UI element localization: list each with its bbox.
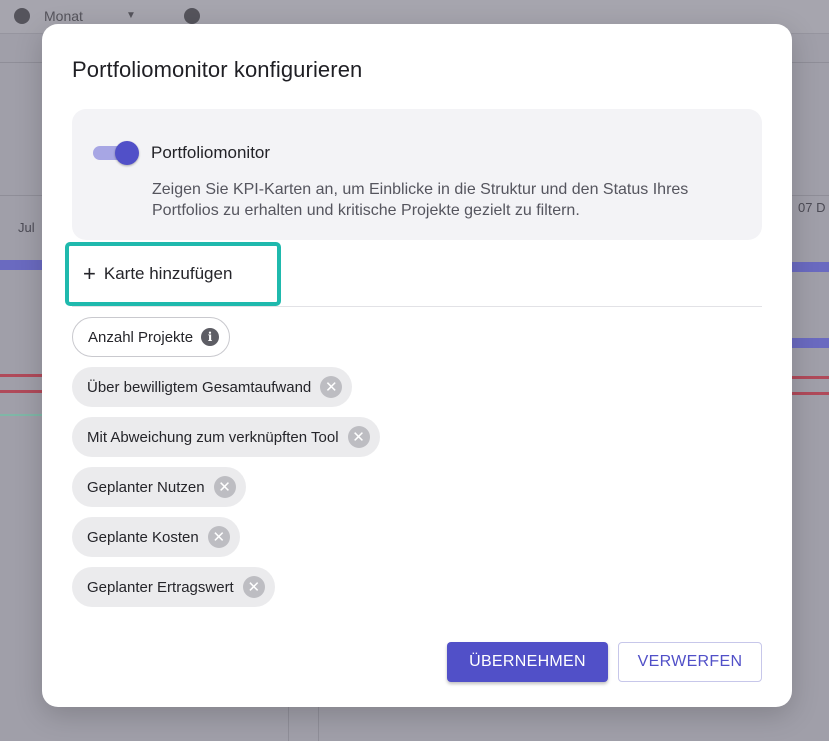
close-icon[interactable]: ✕ xyxy=(320,376,343,398)
kpi-chip[interactable]: Mit Abweichung zum verknüpften Tool ✕ xyxy=(72,417,380,457)
chip-label: Geplanter Ertragswert xyxy=(87,578,234,596)
add-card-button[interactable]: + Karte hinzufügen xyxy=(83,259,232,289)
portfolio-monitor-toggle[interactable] xyxy=(93,141,139,165)
kpi-chip[interactable]: Geplanter Nutzen ✕ xyxy=(72,467,246,507)
close-icon[interactable]: ✕ xyxy=(347,426,370,448)
settings-icon xyxy=(184,8,200,24)
close-icon[interactable]: ✕ xyxy=(213,476,236,498)
plus-icon: + xyxy=(83,261,96,286)
toggle-label: Portfoliomonitor xyxy=(151,143,271,162)
background-gantt-bar xyxy=(792,392,829,395)
close-icon[interactable]: ✕ xyxy=(207,526,230,548)
dialog-title: Portfoliomonitor konfigurieren xyxy=(72,57,363,82)
background-gantt-bar xyxy=(0,414,42,416)
background-column-label: Jul xyxy=(18,220,35,235)
configure-dialog: Portfoliomonitor konfigurieren Portfolio… xyxy=(42,24,792,707)
kpi-chip[interactable]: Anzahl Projekte i xyxy=(72,317,231,357)
chip-label: Über bewilligtem Gesamtaufwand xyxy=(87,378,312,396)
chip-label: Anzahl Projekte xyxy=(88,328,194,346)
add-card-label: Karte hinzufügen xyxy=(103,264,233,283)
apply-button[interactable]: ÜBERNEHMEN xyxy=(447,642,608,682)
background-column-label: 07 D xyxy=(798,200,826,215)
portfolio-monitor-panel: Portfoliomonitor Zeigen Sie KPI-Karten a… xyxy=(72,109,762,240)
kpi-chip[interactable]: Geplanter Ertragswert ✕ xyxy=(72,567,275,607)
background-gantt-bar xyxy=(0,260,42,270)
chip-label: Geplanter Nutzen xyxy=(87,478,205,496)
chip-label: Geplante Kosten xyxy=(87,528,199,546)
chip-label: Mit Abweichung zum verknüpften Tool xyxy=(87,428,339,446)
close-icon[interactable]: ✕ xyxy=(242,576,265,598)
background-period-select: Monat xyxy=(44,8,83,24)
background-gantt-bar xyxy=(792,262,829,272)
background-gantt-bar xyxy=(0,390,42,393)
divider xyxy=(72,306,762,307)
toggle-thumb xyxy=(115,141,139,165)
background-gantt-bar xyxy=(0,374,42,377)
discard-button[interactable]: VERWERFEN xyxy=(618,642,762,682)
kpi-chip[interactable]: Geplante Kosten ✕ xyxy=(72,517,240,557)
chevron-down-icon: ▼ xyxy=(126,10,136,21)
info-icon[interactable]: i xyxy=(201,328,220,346)
view-icon xyxy=(14,8,30,24)
toggle-description: Zeigen Sie KPI-Karten an, um Einblicke i… xyxy=(152,181,689,219)
background-gantt-bar xyxy=(792,376,829,379)
kpi-chip[interactable]: Über bewilligtem Gesamtaufwand ✕ xyxy=(72,367,353,407)
background-gantt-bar xyxy=(792,338,829,348)
